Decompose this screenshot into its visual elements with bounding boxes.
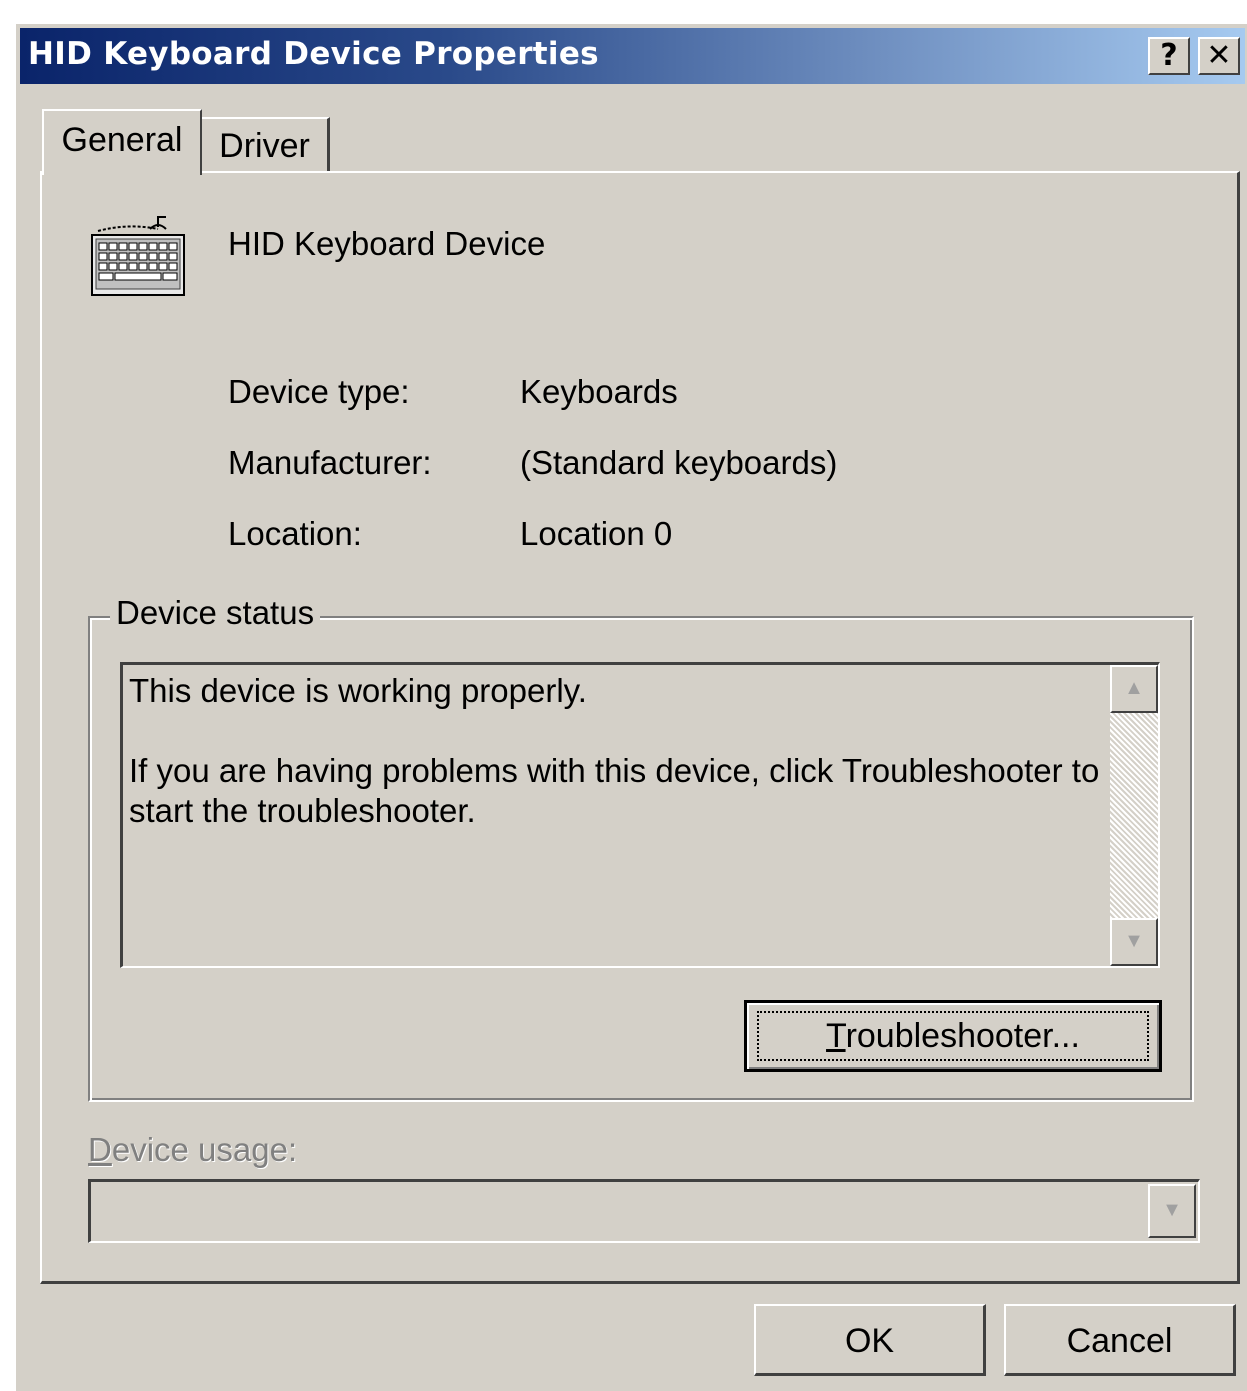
- location-label: Location:: [228, 515, 362, 552]
- status-scrollbar[interactable]: ▲ ▼: [1110, 665, 1158, 966]
- manufacturer-value: (Standard keyboards): [520, 444, 838, 481]
- help-icon: ?: [1160, 38, 1178, 73]
- device-usage-dropdown-button[interactable]: ▼: [1148, 1184, 1196, 1238]
- cancel-button[interactable]: Cancel: [1004, 1304, 1236, 1376]
- scroll-up-button[interactable]: ▲: [1110, 665, 1158, 713]
- tab-driver[interactable]: Driver: [202, 117, 330, 171]
- status-line-working: This device is working properly.: [129, 672, 587, 709]
- device-status-textbox[interactable]: This device is working properly. If you …: [120, 662, 1160, 968]
- chevron-down-icon: ▼: [1162, 1199, 1182, 1221]
- troubleshooter-button[interactable]: Troubleshooter...: [744, 1000, 1162, 1072]
- device-name: HID Keyboard Device: [228, 225, 546, 262]
- tab-general-label: General: [61, 121, 183, 159]
- troubleshooter-button-label: Troubleshooter...: [826, 1017, 1080, 1055]
- ok-button-label: OK: [844, 1322, 895, 1360]
- window-title: HID Keyboard Device Properties: [28, 36, 599, 72]
- tab-driver-label: Driver: [219, 127, 310, 165]
- cancel-button-label: Cancel: [1066, 1322, 1173, 1360]
- close-icon: ✕: [1206, 38, 1232, 73]
- general-tab-panel: HID Keyboard Device Device type: Keyboar…: [40, 171, 1240, 1284]
- status-line-troubleshoot-hint: If you are having problems with this dev…: [129, 752, 1100, 829]
- help-button[interactable]: ?: [1148, 37, 1190, 75]
- troubleshooter-label-rest: roubleshooter...: [845, 1017, 1080, 1055]
- title-bar[interactable]: HID Keyboard Device Properties ? ✕: [20, 28, 1245, 84]
- keyboard-icon: [91, 216, 185, 296]
- tab-general[interactable]: General: [42, 109, 202, 175]
- manufacturer-label: Manufacturer:: [228, 444, 432, 481]
- device-type-value: Keyboards: [520, 373, 678, 410]
- arrow-down-icon: ▼: [1124, 930, 1144, 952]
- arrow-up-icon: ▲: [1124, 677, 1144, 699]
- device-status-label: Device status: [110, 594, 321, 632]
- device-status-text: This device is working properly. If you …: [129, 671, 1109, 871]
- location-value: Location 0: [520, 515, 673, 552]
- device-type-label: Device type:: [228, 373, 410, 410]
- troubleshooter-mnemonic: T: [826, 1017, 846, 1055]
- close-button[interactable]: ✕: [1198, 37, 1240, 75]
- device-usage-label: Device usage:: [88, 1131, 297, 1169]
- device-status-group: Device status This device is working pro…: [88, 594, 1194, 1102]
- properties-dialog: HID Keyboard Device Properties ? ✕ Gener…: [14, 22, 1247, 1391]
- ok-button[interactable]: OK: [754, 1304, 986, 1376]
- scroll-down-button[interactable]: ▼: [1110, 918, 1158, 966]
- device-usage-mnemonic: D: [88, 1131, 112, 1168]
- device-usage-label-rest: evice usage:: [111, 1131, 298, 1168]
- device-usage-select[interactable]: ▼: [88, 1179, 1200, 1243]
